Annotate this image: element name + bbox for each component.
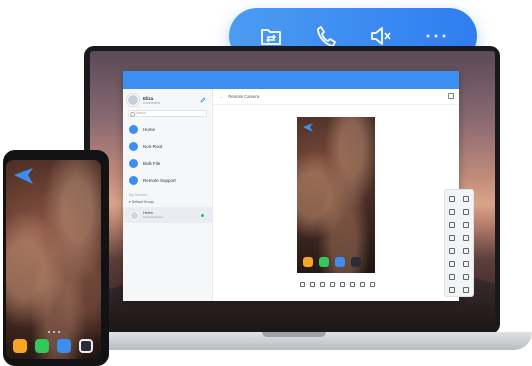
- device-list-item[interactable]: Helen Android Device: [123, 207, 212, 223]
- refresh-icon[interactable]: [299, 281, 305, 287]
- volume-icon[interactable]: [449, 260, 455, 267]
- app-logo-icon[interactable]: [14, 168, 34, 184]
- user-add-icon[interactable]: [463, 247, 469, 254]
- sidebar-item-label: Home: [143, 127, 156, 132]
- navigation-bar: [297, 279, 377, 289]
- zoom-out-icon[interactable]: [463, 195, 469, 202]
- remote-support-icon: [129, 176, 138, 185]
- popout-icon[interactable]: [448, 93, 454, 99]
- group-label-text: Default Group: [131, 200, 154, 204]
- screenshot-icon[interactable]: [463, 208, 469, 215]
- phone-icon[interactable]: [463, 260, 469, 267]
- camera-icon[interactable]: [463, 286, 469, 293]
- device-subtitle: Android Device: [143, 215, 164, 220]
- phone-wallpaper: [6, 160, 101, 359]
- notes-app-icon[interactable]: [13, 339, 27, 353]
- rotate-icon[interactable]: [449, 221, 455, 228]
- recent-apps-icon[interactable]: [339, 281, 345, 287]
- notes-app-icon[interactable]: [303, 257, 313, 267]
- home-icon: [129, 125, 138, 134]
- sidebar-item-non-root[interactable]: Non-Root: [123, 138, 212, 155]
- keyboard-icon[interactable]: [309, 281, 315, 287]
- sidebar-item-home[interactable]: Home: [123, 121, 212, 138]
- lock-icon[interactable]: [463, 273, 469, 280]
- fullscreen-icon[interactable]: [349, 281, 355, 287]
- window-title-bar: [123, 71, 459, 89]
- trash-icon[interactable]: [359, 281, 365, 287]
- main-panel: ← Remote Camera: [213, 89, 474, 301]
- phone-screen: [6, 160, 101, 359]
- eye-icon[interactable]: [449, 273, 455, 280]
- back-arrow-icon[interactable]: ←: [219, 94, 223, 99]
- chat-app-icon[interactable]: [335, 257, 345, 267]
- page-indicator: [48, 331, 60, 333]
- record-icon[interactable]: [463, 221, 469, 228]
- non-root-icon: [129, 142, 138, 151]
- laptop-notch: [262, 332, 326, 337]
- camera-app-icon[interactable]: [351, 257, 361, 267]
- sidebar-item-label: Non-Root: [143, 144, 163, 149]
- search-input[interactable]: Search: [128, 110, 207, 117]
- home-nav-icon[interactable]: [329, 281, 335, 287]
- app-logo-icon: [303, 123, 313, 132]
- edit-icon[interactable]: [200, 97, 206, 103]
- breadcrumb: ← Remote Camera: [213, 89, 459, 105]
- bulk-file-icon: [129, 159, 138, 168]
- sidebar-item-label: Remote Support: [143, 178, 176, 183]
- sidebar: Eliza Connected Search Home Non-Root Bul…: [123, 89, 213, 301]
- breadcrumb-title: Remote Camera: [228, 94, 260, 99]
- download-icon[interactable]: [463, 234, 469, 241]
- user-status: Connected: [143, 100, 160, 105]
- avatar: [127, 94, 139, 106]
- rock-wallpaper: [297, 117, 375, 273]
- sidebar-item-label: Bulk File: [143, 161, 161, 166]
- group-label[interactable]: ▾ Default Group: [123, 199, 212, 206]
- power-icon[interactable]: [449, 208, 455, 215]
- device-avatar: [130, 210, 139, 220]
- video-icon[interactable]: [449, 247, 455, 254]
- sidebar-item-remote-support[interactable]: Remote Support: [123, 172, 212, 189]
- back-icon[interactable]: [319, 281, 325, 287]
- more-options-icon[interactable]: [369, 281, 375, 287]
- remote-camera-view[interactable]: [297, 117, 375, 273]
- section-label: My Devices: [129, 193, 148, 197]
- phone-app-icon[interactable]: [319, 257, 329, 267]
- chat-app-icon[interactable]: [57, 339, 71, 353]
- app-window: Eliza Connected Search Home Non-Root Bul…: [123, 71, 474, 301]
- remote-control-toolbar: [444, 189, 474, 297]
- settings-icon[interactable]: [449, 286, 455, 293]
- phone-dock: [13, 339, 93, 353]
- remote-dock: [303, 257, 361, 267]
- zoom-in-icon[interactable]: [449, 195, 455, 202]
- phone-app-icon[interactable]: [35, 339, 49, 353]
- online-status-dot: [201, 213, 204, 217]
- camera-app-icon[interactable]: [79, 339, 93, 353]
- upload-icon[interactable]: [449, 234, 455, 241]
- user-profile[interactable]: Eliza Connected: [123, 89, 212, 108]
- sidebar-item-bulk-file[interactable]: Bulk File: [123, 155, 212, 172]
